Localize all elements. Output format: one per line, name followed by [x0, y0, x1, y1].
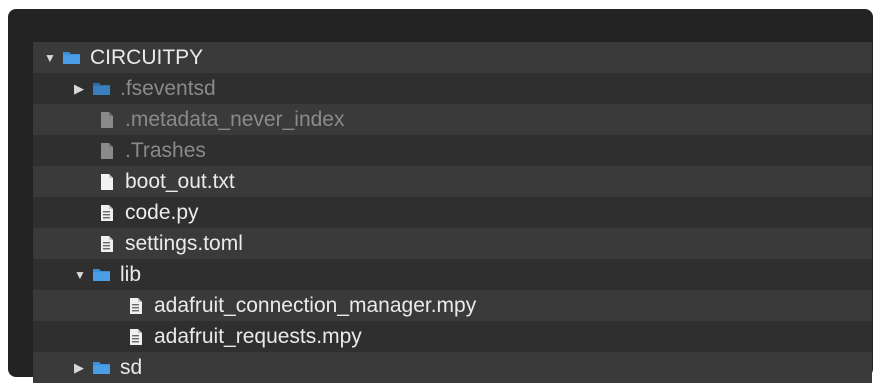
- tree-item-label: sd: [120, 356, 143, 379]
- folder-icon: [62, 50, 81, 65]
- tree-item-label: code.py: [125, 201, 199, 224]
- binary-file-icon: [100, 235, 114, 253]
- binary-file-icon: [129, 328, 143, 346]
- document-icon: [100, 173, 114, 191]
- tree-item-label: .Trashes: [125, 139, 206, 162]
- file-tree: ▼ CIRCUITPY ▶ .fseventsd .metadata_never…: [33, 42, 872, 383]
- tree-item-adafruit-requests-mpy[interactable]: adafruit_requests.mpy: [33, 321, 872, 352]
- binary-file-icon: [100, 204, 114, 222]
- file-browser-panel: ▼ CIRCUITPY ▶ .fseventsd .metadata_never…: [8, 9, 873, 383]
- tree-item-label: .metadata_never_index: [125, 108, 345, 131]
- tree-item-circuitpy[interactable]: ▼ CIRCUITPY: [33, 42, 872, 73]
- binary-file-icon: [129, 297, 143, 315]
- tree-item-label: adafruit_requests.mpy: [154, 325, 362, 348]
- tree-item-lib[interactable]: ▼ lib: [33, 259, 872, 290]
- document-icon: [100, 142, 114, 160]
- disclosure-collapsed-icon[interactable]: ▶: [74, 82, 92, 95]
- disclosure-expanded-icon[interactable]: ▼: [74, 269, 92, 281]
- folder-icon: [92, 360, 111, 375]
- tree-item-label: boot_out.txt: [125, 170, 235, 193]
- tree-item-fseventsd[interactable]: ▶ .fseventsd: [33, 73, 872, 104]
- tree-item-adafruit-connection-manager-mpy[interactable]: adafruit_connection_manager.mpy: [33, 290, 872, 321]
- folder-icon: [92, 267, 111, 282]
- tree-item-metadata-never-index[interactable]: .metadata_never_index: [33, 104, 872, 135]
- tree-item-label: settings.toml: [125, 232, 243, 255]
- tree-item-label: CIRCUITPY: [90, 46, 204, 69]
- disclosure-expanded-icon[interactable]: ▼: [44, 52, 62, 64]
- tree-item-code-py[interactable]: code.py: [33, 197, 872, 228]
- tree-item-settings-toml[interactable]: settings.toml: [33, 228, 872, 259]
- tree-item-label: adafruit_connection_manager.mpy: [154, 294, 477, 317]
- document-icon: [100, 111, 114, 129]
- disclosure-collapsed-icon[interactable]: ▶: [74, 361, 92, 374]
- tree-item-boot-out-txt[interactable]: boot_out.txt: [33, 166, 872, 197]
- folder-icon: [92, 81, 111, 96]
- tree-item-trashes[interactable]: .Trashes: [33, 135, 872, 166]
- tree-item-sd[interactable]: ▶ sd: [33, 352, 872, 383]
- tree-item-label: .fseventsd: [120, 77, 216, 100]
- tree-item-label: lib: [120, 263, 142, 286]
